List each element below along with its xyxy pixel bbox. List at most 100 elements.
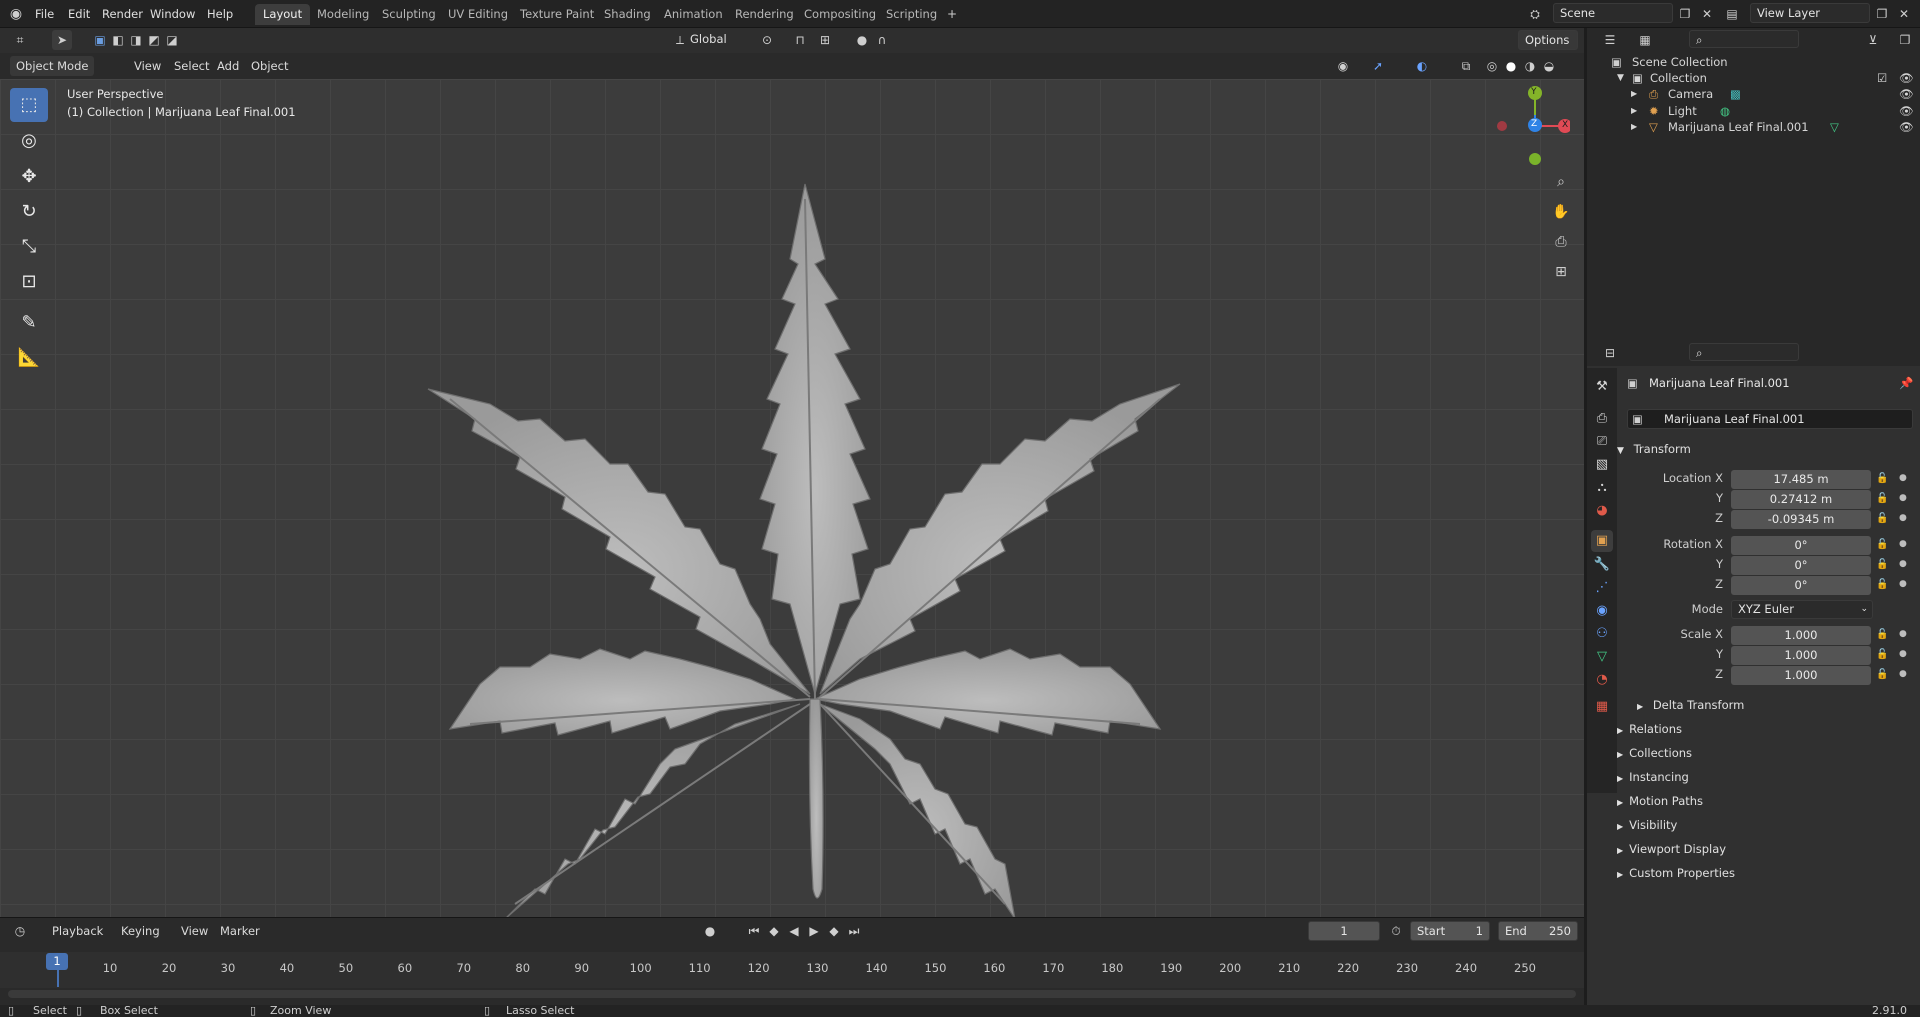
- location-y-keyframe-icon[interactable]: ●: [1899, 493, 1907, 503]
- rotation-y-field[interactable]: 0°: [1731, 556, 1871, 575]
- add-workspace-icon[interactable]: +: [942, 4, 962, 24]
- scale-z-field[interactable]: 1.000: [1731, 666, 1871, 685]
- select-mode-difference-icon[interactable]: ◩: [144, 30, 164, 50]
- marker-menu[interactable]: Marker: [214, 921, 266, 941]
- tab-scripting[interactable]: Scripting: [878, 4, 945, 25]
- scale-tool-icon[interactable]: ⤡: [10, 230, 48, 264]
- location-y-lock-icon[interactable]: 🔓: [1876, 493, 1888, 504]
- scale-x-lock-icon[interactable]: 🔓: [1876, 629, 1888, 640]
- ortho-grid-icon[interactable]: ⊞: [1551, 262, 1571, 282]
- rotation-y-lock-icon[interactable]: 🔓: [1876, 559, 1888, 570]
- scale-x-field[interactable]: 1.000: [1731, 626, 1871, 645]
- tab-sculpting[interactable]: Sculpting: [374, 4, 444, 25]
- viewport-menu-select[interactable]: Select: [168, 56, 215, 76]
- scale-z-lock-icon[interactable]: 🔓: [1876, 669, 1888, 680]
- scene-selector-icon[interactable]: ⛭: [1525, 4, 1545, 24]
- rotation-z-keyframe-icon[interactable]: ●: [1899, 579, 1907, 589]
- select-mode-new-icon[interactable]: ▣: [90, 30, 110, 50]
- filter-icon[interactable]: ⊻: [1863, 30, 1883, 50]
- pan-hand-icon[interactable]: ✋: [1551, 202, 1571, 222]
- play-reverse-icon[interactable]: ◀: [784, 921, 804, 941]
- cursor-tool-icon[interactable]: ◎: [10, 124, 48, 158]
- leaf-eye-icon[interactable]: 👁: [1899, 117, 1914, 137]
- rotation-x-lock-icon[interactable]: 🔓: [1876, 539, 1888, 550]
- auto-keying-icon[interactable]: ●: [700, 921, 720, 941]
- shading-material-icon[interactable]: ◑: [1520, 56, 1540, 76]
- snap-icon[interactable]: ⊓: [790, 30, 810, 50]
- orientation-dropdown[interactable]: Global: [690, 32, 727, 46]
- transform-panel-header[interactable]: ▼ Transform: [1617, 438, 1917, 460]
- editor-type-icon[interactable]: ⌗: [10, 30, 30, 50]
- start-frame-field[interactable]: Start 1: [1410, 921, 1490, 941]
- current-frame-field[interactable]: 1: [1308, 921, 1380, 941]
- panel-collections[interactable]: ▶ Collections: [1617, 742, 1917, 764]
- shading-solid-icon[interactable]: ●: [1501, 56, 1521, 76]
- view-layer-field[interactable]: View Layer: [1750, 3, 1870, 23]
- location-x-keyframe-icon[interactable]: ●: [1899, 473, 1907, 483]
- jump-end-icon[interactable]: ⏭: [844, 921, 864, 941]
- location-z-keyframe-icon[interactable]: ●: [1899, 513, 1907, 523]
- properties-search-field[interactable]: ⌕: [1689, 343, 1799, 361]
- output-tab-icon[interactable]: ⎚: [1591, 431, 1613, 453]
- panel-viewport-display[interactable]: ▶ Viewport Display: [1617, 838, 1917, 860]
- gizmo-toggle-icon[interactable]: ➚: [1368, 56, 1388, 76]
- 3d-viewport[interactable]: User Perspective (1) Collection | Mariju…: [0, 79, 1584, 917]
- timeline-view-menu[interactable]: View: [175, 921, 214, 941]
- scene-name-field[interactable]: Scene: [1553, 3, 1673, 23]
- display-mode-icon[interactable]: ▦: [1635, 30, 1655, 50]
- object-mode-dropdown[interactable]: Object Mode: [10, 56, 95, 76]
- object-datablock-icon[interactable]: ▣: [1632, 412, 1643, 426]
- location-x-lock-icon[interactable]: 🔓: [1876, 473, 1888, 484]
- playhead-indicator[interactable]: 1: [46, 953, 68, 970]
- tab-modeling[interactable]: Modeling: [309, 4, 377, 25]
- timeline-scrollbar[interactable]: [8, 990, 1576, 998]
- outliner-search-field[interactable]: ⌕: [1689, 30, 1799, 48]
- panel-instancing[interactable]: ▶ Instancing: [1617, 766, 1917, 788]
- options-button[interactable]: Options: [1518, 30, 1578, 50]
- viewport-menu-add[interactable]: Add: [211, 56, 245, 76]
- location-x-field[interactable]: 17.485 m: [1731, 470, 1871, 489]
- rotation-x-keyframe-icon[interactable]: ●: [1899, 539, 1907, 549]
- select-mode-intersect-icon[interactable]: ◪: [162, 30, 182, 50]
- delta-transform-header[interactable]: ▶ Delta Transform: [1637, 694, 1920, 716]
- rotation-y-keyframe-icon[interactable]: ●: [1899, 559, 1907, 569]
- keying-menu[interactable]: Keying: [115, 921, 166, 941]
- measure-tool-icon[interactable]: 📐: [10, 341, 48, 375]
- pin-icon[interactable]: 📌: [1899, 376, 1913, 390]
- preview-range-icon[interactable]: ⏱: [1386, 921, 1406, 941]
- orientation-icon[interactable]: ⟂: [670, 30, 690, 50]
- timeline-editor-type-icon[interactable]: ◷: [10, 921, 30, 941]
- rotation-mode-dropdown[interactable]: XYZ Euler ⌄: [1731, 600, 1873, 619]
- zoom-icon[interactable]: ⌕: [1551, 172, 1571, 192]
- menu-render[interactable]: Render: [98, 5, 147, 23]
- prev-keyframe-icon[interactable]: ◆: [764, 921, 784, 941]
- xray-icon[interactable]: ⧉: [1456, 56, 1476, 76]
- move-tool-icon[interactable]: ✥: [10, 160, 48, 194]
- rotation-z-lock-icon[interactable]: 🔓: [1876, 579, 1888, 590]
- shading-wireframe-icon[interactable]: ◎: [1482, 56, 1502, 76]
- mesh-data-icon[interactable]: ▽: [1830, 117, 1839, 137]
- end-frame-field[interactable]: End 250: [1498, 921, 1578, 941]
- tab-rendering[interactable]: Rendering: [727, 4, 802, 25]
- overlays-icon[interactable]: ◐: [1412, 56, 1432, 76]
- transform-tool-icon[interactable]: ⊡: [10, 265, 48, 299]
- pivot-icon[interactable]: ⊙: [757, 30, 777, 50]
- new-view-layer-icon[interactable]: ❐: [1872, 4, 1892, 24]
- visibility-icon[interactable]: ◉: [1333, 56, 1353, 76]
- blender-logo-icon[interactable]: ◉: [6, 4, 26, 24]
- axis-gizmo-icon[interactable]: [1490, 79, 1572, 169]
- viewport-menu-view[interactable]: View: [128, 56, 167, 76]
- object-name-field[interactable]: Marijuana Leaf Final.001: [1627, 409, 1913, 429]
- scale-z-keyframe-icon[interactable]: ●: [1899, 669, 1907, 679]
- playback-menu[interactable]: Playback: [46, 921, 109, 941]
- proportional-falloff-icon[interactable]: ∩: [872, 30, 892, 50]
- viewport-menu-object[interactable]: Object: [245, 56, 294, 76]
- menu-window[interactable]: Window: [146, 5, 199, 23]
- tab-uv-editing[interactable]: UV Editing: [440, 4, 516, 25]
- select-mode-extend-icon[interactable]: ◧: [108, 30, 128, 50]
- annotate-tool-icon[interactable]: ✎: [10, 306, 48, 340]
- select-box-tool-icon[interactable]: ⬚: [10, 88, 48, 122]
- next-keyframe-icon[interactable]: ◆: [824, 921, 844, 941]
- view-layer-icon[interactable]: ▤: [1722, 4, 1742, 24]
- location-z-lock-icon[interactable]: 🔓: [1876, 513, 1888, 524]
